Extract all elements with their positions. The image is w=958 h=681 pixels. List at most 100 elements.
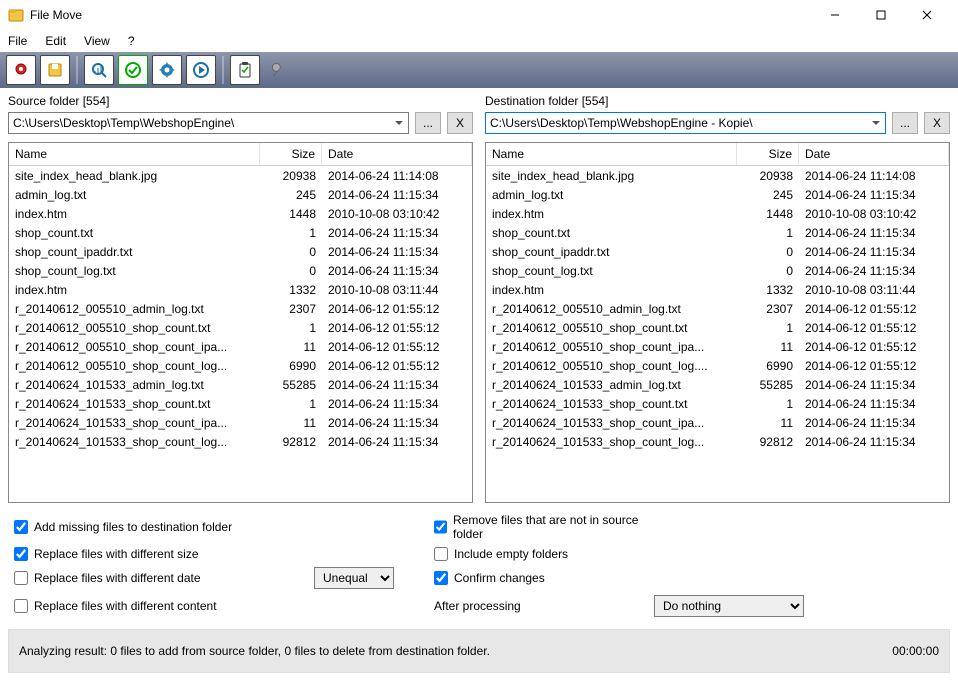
table-row[interactable]: r_20140624_101533_shop_count_ipa...11201… bbox=[486, 413, 949, 432]
cell-name: shop_count_log.txt bbox=[486, 262, 737, 279]
cell-name: shop_count.txt bbox=[9, 224, 260, 241]
checkbox-confirm[interactable] bbox=[434, 571, 448, 585]
table-row[interactable]: r_20140624_101533_shop_count_log...92812… bbox=[9, 432, 472, 451]
cell-size: 0 bbox=[260, 262, 322, 279]
table-row[interactable]: r_20140624_101533_shop_count.txt12014-06… bbox=[486, 394, 949, 413]
table-row[interactable]: index.htm13322010-10-08 03:11:44 bbox=[9, 280, 472, 299]
toolbar-play-icon[interactable] bbox=[186, 55, 216, 85]
menu-help[interactable]: ? bbox=[128, 34, 135, 48]
option-confirm[interactable]: Confirm changes bbox=[434, 571, 654, 585]
cell-name: r_20140612_005510_admin_log.txt bbox=[9, 300, 260, 317]
table-row[interactable]: shop_count.txt12014-06-24 11:15:34 bbox=[9, 223, 472, 242]
after-processing-select[interactable]: Do nothing bbox=[654, 595, 804, 617]
table-row[interactable]: admin_log.txt2452014-06-24 11:15:34 bbox=[9, 185, 472, 204]
option-remove-not-in-source[interactable]: Remove files that are not in source fold… bbox=[434, 513, 654, 541]
menu-file[interactable]: File bbox=[8, 34, 27, 48]
column-date[interactable]: Date bbox=[799, 143, 949, 165]
table-row[interactable]: shop_count_log.txt02014-06-24 11:15:34 bbox=[9, 261, 472, 280]
cell-size: 20938 bbox=[260, 167, 322, 184]
table-row[interactable]: r_20140624_101533_admin_log.txt552852014… bbox=[486, 375, 949, 394]
table-row[interactable]: shop_count_ipaddr.txt02014-06-24 11:15:3… bbox=[9, 242, 472, 261]
table-row[interactable]: index.htm13322010-10-08 03:11:44 bbox=[486, 280, 949, 299]
table-row[interactable]: admin_log.txt2452014-06-24 11:15:34 bbox=[486, 185, 949, 204]
source-panel: Source folder [554] ... X bbox=[8, 94, 473, 140]
toolbar-gear-icon[interactable] bbox=[152, 55, 182, 85]
column-name[interactable]: Name bbox=[486, 143, 737, 165]
table-row[interactable]: shop_count.txt12014-06-24 11:15:34 bbox=[486, 223, 949, 242]
checkbox-replace-content[interactable] bbox=[14, 599, 28, 613]
cell-date: 2014-06-12 01:55:12 bbox=[322, 357, 472, 374]
table-row[interactable]: r_20140612_005510_shop_count_ipa...11201… bbox=[9, 337, 472, 356]
checkbox-add-missing[interactable] bbox=[14, 520, 28, 534]
option-add-missing[interactable]: Add missing files to destination folder bbox=[14, 520, 314, 534]
destination-label: Destination folder [554] bbox=[485, 94, 950, 108]
table-row[interactable]: r_20140612_005510_shop_count_log...69902… bbox=[9, 356, 472, 375]
table-row[interactable]: r_20140612_005510_shop_count.txt12014-06… bbox=[9, 318, 472, 337]
cell-size: 6990 bbox=[260, 357, 322, 374]
menu-view[interactable]: View bbox=[84, 34, 110, 48]
table-row[interactable]: r_20140624_101533_shop_count_log...92812… bbox=[486, 432, 949, 451]
table-row[interactable]: index.htm14482010-10-08 03:10:42 bbox=[486, 204, 949, 223]
cell-name: admin_log.txt bbox=[9, 186, 260, 203]
options-panel: Add missing files to destination folder … bbox=[0, 503, 958, 623]
table-row[interactable]: r_20140624_101533_shop_count_ipa...11201… bbox=[9, 413, 472, 432]
table-row[interactable]: r_20140612_005510_admin_log.txt23072014-… bbox=[9, 299, 472, 318]
toolbar-analyze-icon[interactable] bbox=[84, 55, 114, 85]
checkbox-remove-not-in-source[interactable] bbox=[434, 520, 447, 534]
source-browse-button[interactable]: ... bbox=[415, 112, 441, 134]
cell-name: admin_log.txt bbox=[486, 186, 737, 203]
cell-date: 2014-06-24 11:15:34 bbox=[799, 186, 949, 203]
cell-date: 2014-06-12 01:55:12 bbox=[799, 319, 949, 336]
table-row[interactable]: site_index_head_blank.jpg209382014-06-24… bbox=[486, 166, 949, 185]
cell-name: shop_count_log.txt bbox=[9, 262, 260, 279]
column-size[interactable]: Size bbox=[260, 143, 322, 165]
option-replace-content[interactable]: Replace files with different content bbox=[14, 599, 314, 613]
table-row[interactable]: shop_count_log.txt02014-06-24 11:15:34 bbox=[486, 261, 949, 280]
checkbox-include-empty[interactable] bbox=[434, 547, 448, 561]
cell-name: r_20140624_101533_admin_log.txt bbox=[486, 376, 737, 393]
source-label: Source folder [554] bbox=[8, 94, 473, 108]
table-row[interactable]: r_20140612_005510_admin_log.txt23072014-… bbox=[486, 299, 949, 318]
cell-date: 2014-06-24 11:15:34 bbox=[322, 243, 472, 260]
date-compare-select[interactable]: Unequal bbox=[314, 567, 394, 589]
option-replace-date[interactable]: Replace files with different date bbox=[14, 571, 314, 585]
toolbar-wrench-icon[interactable] bbox=[264, 55, 294, 85]
table-row[interactable]: site_index_head_blank.jpg209382014-06-24… bbox=[9, 166, 472, 185]
cell-name: r_20140624_101533_shop_count_ipa... bbox=[9, 414, 260, 431]
table-row[interactable]: r_20140624_101533_admin_log.txt552852014… bbox=[9, 375, 472, 394]
column-name[interactable]: Name bbox=[9, 143, 260, 165]
cell-name: shop_count.txt bbox=[486, 224, 737, 241]
destination-path-input[interactable] bbox=[485, 112, 886, 134]
toolbar-clipboard-icon[interactable] bbox=[230, 55, 260, 85]
column-size[interactable]: Size bbox=[737, 143, 799, 165]
menu-edit[interactable]: Edit bbox=[45, 34, 66, 48]
checkbox-replace-size[interactable] bbox=[14, 547, 28, 561]
cell-size: 92812 bbox=[260, 433, 322, 450]
table-row[interactable]: r_20140612_005510_shop_count_log....6990… bbox=[486, 356, 949, 375]
destination-clear-button[interactable]: X bbox=[924, 112, 950, 134]
table-row[interactable]: r_20140612_005510_shop_count.txt12014-06… bbox=[486, 318, 949, 337]
option-replace-size[interactable]: Replace files with different size bbox=[14, 547, 314, 561]
cell-size: 245 bbox=[260, 186, 322, 203]
destination-browse-button[interactable]: ... bbox=[892, 112, 918, 134]
maximize-button[interactable] bbox=[858, 0, 904, 30]
option-include-empty[interactable]: Include empty folders bbox=[434, 547, 654, 561]
cell-size: 1 bbox=[260, 395, 322, 412]
cell-size: 1332 bbox=[260, 281, 322, 298]
checkbox-replace-date[interactable] bbox=[14, 571, 28, 585]
toolbar-pin-icon[interactable] bbox=[6, 55, 36, 85]
column-date[interactable]: Date bbox=[322, 143, 472, 165]
cell-date: 2014-06-12 01:55:12 bbox=[799, 338, 949, 355]
toolbar-save-icon[interactable] bbox=[40, 55, 70, 85]
table-row[interactable]: index.htm14482010-10-08 03:10:42 bbox=[9, 204, 472, 223]
toolbar-check-icon[interactable] bbox=[118, 55, 148, 85]
cell-date: 2014-06-24 11:15:34 bbox=[799, 262, 949, 279]
table-row[interactable]: shop_count_ipaddr.txt02014-06-24 11:15:3… bbox=[486, 242, 949, 261]
source-path-input[interactable] bbox=[8, 112, 409, 134]
source-clear-button[interactable]: X bbox=[447, 112, 473, 134]
table-row[interactable]: r_20140624_101533_shop_count.txt12014-06… bbox=[9, 394, 472, 413]
close-button[interactable] bbox=[904, 0, 950, 30]
table-row[interactable]: r_20140612_005510_shop_count_ipa...11201… bbox=[486, 337, 949, 356]
minimize-button[interactable] bbox=[812, 0, 858, 30]
cell-name: r_20140624_101533_shop_count.txt bbox=[486, 395, 737, 412]
